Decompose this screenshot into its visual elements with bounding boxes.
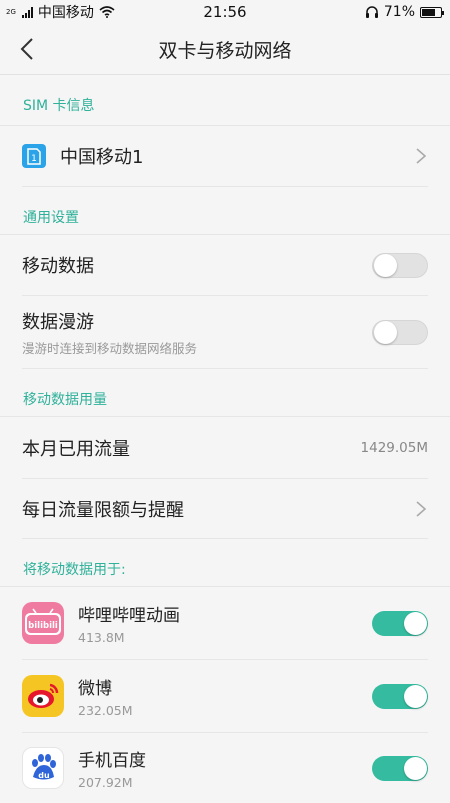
daily-limit-label: 每日流量限额与提醒 [22, 499, 184, 521]
app-data-toggle[interactable] [372, 755, 428, 781]
signal-icon [21, 6, 33, 18]
carrier-name: 中国移动 [37, 5, 94, 21]
section-title-usage: 移动数据用量 [0, 369, 450, 417]
section-title-apps: 将移动数据用于: [0, 539, 450, 587]
app-data-toggle[interactable] [372, 610, 428, 636]
app-data-usage: 207.92M [78, 775, 133, 790]
sim-card-row[interactable]: 1 中国移动1 [22, 126, 428, 187]
sim-card-label: 中国移动1 [60, 147, 144, 168]
app-name: 微博 [78, 679, 112, 699]
app-row: bilibili 哔哩哔哩动画 413.8M [22, 587, 428, 660]
back-button[interactable] [14, 36, 40, 62]
app-name: 哔哩哔哩动画 [78, 606, 180, 626]
data-roaming-row: 数据漫游 漫游时连接到移动数据网络服务 [22, 296, 428, 369]
month-usage-label: 本月已用流量 [22, 438, 130, 460]
data-roaming-toggle[interactable] [372, 319, 428, 345]
app-row: 微博 232.05M [22, 660, 428, 733]
headset-icon [365, 6, 378, 18]
baidu-icon: du [22, 747, 64, 789]
battery-icon [420, 6, 444, 18]
section-title-general: 通用设置 [0, 187, 450, 235]
mobile-data-toggle[interactable] [372, 252, 428, 278]
app-data-toggle[interactable] [372, 683, 428, 709]
svg-text:du: du [38, 771, 50, 780]
weibo-icon [22, 675, 64, 717]
sim-card-icon: 1 [22, 144, 46, 168]
app-row: du 手机百度 207.92M [22, 733, 428, 803]
section-title-sim: SIM 卡信息 [0, 75, 450, 126]
mobile-data-row: 移动数据 [22, 235, 428, 296]
chevron-right-icon [416, 148, 427, 164]
svg-text:1: 1 [31, 154, 37, 164]
app-header: 双卡与移动网络 [0, 24, 450, 75]
data-roaming-label: 数据漫游 [22, 311, 94, 333]
app-data-usage: 232.05M [78, 703, 133, 718]
chevron-right-icon [416, 500, 427, 517]
mobile-data-label: 移动数据 [22, 256, 94, 277]
battery-percent: 71% [383, 4, 415, 20]
daily-limit-row[interactable]: 每日流量限额与提醒 [22, 479, 428, 539]
page-title: 双卡与移动网络 [158, 39, 292, 62]
month-usage-value: 1429.05M [360, 439, 428, 456]
bilibili-icon: bilibili [22, 602, 64, 644]
data-roaming-description: 漫游时连接到移动数据网络服务 [22, 340, 198, 356]
app-data-usage: 413.8M [78, 630, 125, 645]
month-usage-row[interactable]: 本月已用流量 1429.05M [22, 417, 428, 479]
network-type-label: 2G [6, 7, 16, 16]
app-name: 手机百度 [78, 751, 146, 771]
svg-text:bilibili: bilibili [28, 621, 58, 631]
wifi-icon [99, 6, 115, 18]
back-arrow-icon [20, 38, 33, 60]
status-bar: 2G 中国移动 21:56 71% [0, 0, 450, 24]
